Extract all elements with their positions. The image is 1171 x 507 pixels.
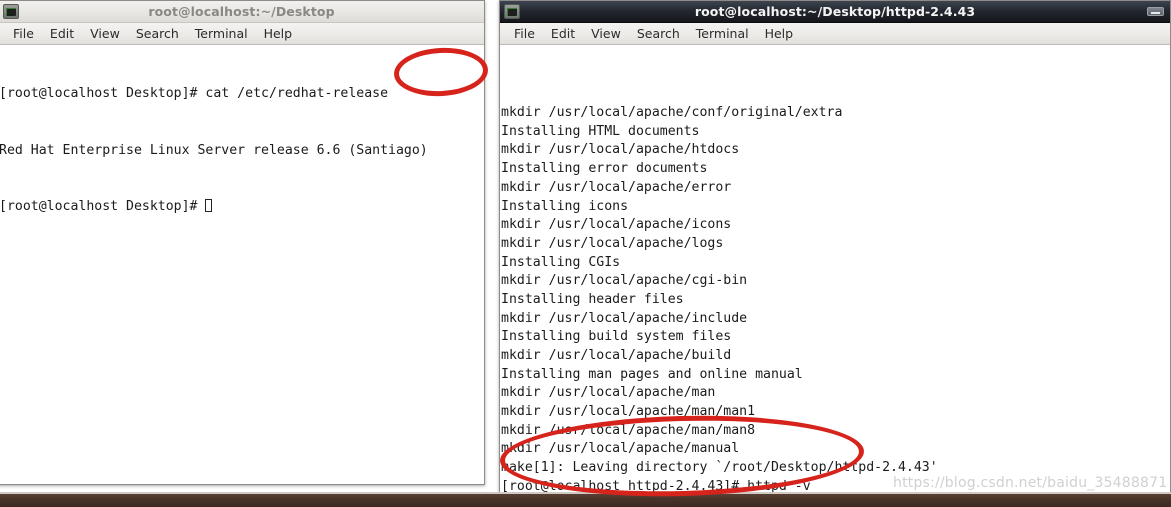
menu-item-terminal[interactable]: Terminal [187, 24, 256, 44]
menu-item-view[interactable]: View [82, 24, 128, 44]
window-title-left: root@localhost:~/Desktop [148, 4, 335, 19]
terminal-line: mkdir /usr/local/apache/man/man8 [501, 422, 756, 438]
terminal-icon [3, 4, 19, 19]
menu-item-view[interactable]: View [583, 24, 629, 44]
terminal-line: mkdir /usr/local/apache/man [501, 385, 716, 401]
menubar-right[interactable]: File Edit View Search Terminal Help [500, 23, 1170, 45]
titlebar-left[interactable]: root@localhost:~/Desktop [0, 1, 484, 23]
terminal-line: [root@localhost Desktop]# cat /etc/redha… [0, 86, 389, 102]
menu-item-file[interactable]: File [506, 24, 543, 44]
terminal-line: mkdir /usr/local/apache/manual [501, 441, 740, 457]
terminal-line: mkdir /usr/local/apache/icons [501, 217, 732, 233]
menu-item-search[interactable]: Search [128, 24, 187, 44]
minimize-button[interactable] [1147, 7, 1164, 16]
desktop-screen: root@localhost:~/Desktop File Edit View … [0, 0, 1171, 507]
window-title-right: root@localhost:~/Desktop/httpd-2.4.43 [694, 4, 976, 19]
terminal-line: Installing CGIs [501, 254, 621, 270]
terminal-line: Red Hat Enterprise Linux Server release … [0, 142, 428, 158]
terminal-output-left[interactable]: [root@localhost Desktop]# cat /etc/redha… [0, 45, 484, 484]
terminal-line: Installing build system files [501, 329, 732, 345]
terminal-line: mkdir /usr/local/apache/conf/original/ex… [501, 105, 843, 121]
terminal-line: make[1]: Leaving directory `/root/Deskto… [501, 460, 938, 476]
terminal-line: mkdir /usr/local/apache/include [501, 310, 748, 326]
menu-item-help[interactable]: Help [256, 24, 301, 44]
terminal-line: mkdir /usr/local/apache/cgi-bin [501, 273, 748, 289]
menu-item-edit[interactable]: Edit [42, 24, 82, 44]
menu-item-edit[interactable]: Edit [543, 24, 583, 44]
titlebar-right[interactable]: root@localhost:~/Desktop/httpd-2.4.43 [500, 1, 1170, 23]
terminal-output-right[interactable]: mkdir /usr/local/apache/conf/original/ex… [500, 45, 1170, 493]
desktop-taskbar [0, 494, 1171, 507]
menubar-left[interactable]: File Edit View Search Terminal Help [0, 23, 484, 45]
menu-item-help[interactable]: Help [757, 24, 802, 44]
terminal-line: Installing header files [501, 291, 684, 307]
terminal-line: Installing HTML documents [501, 123, 700, 139]
terminal-line: Installing error documents [501, 161, 708, 177]
terminal-window-left[interactable]: root@localhost:~/Desktop File Edit View … [0, 0, 485, 485]
terminal-line: mkdir /usr/local/apache/man/man1 [501, 404, 756, 420]
menu-item-terminal[interactable]: Terminal [688, 24, 757, 44]
terminal-icon [504, 4, 520, 19]
terminal-line: Installing man pages and online manual [501, 366, 803, 382]
menu-item-search[interactable]: Search [629, 24, 688, 44]
terminal-line: Installing icons [501, 198, 629, 214]
terminal-line: mkdir /usr/local/apache/htdocs [501, 142, 740, 158]
terminal-window-right[interactable]: root@localhost:~/Desktop/httpd-2.4.43 Fi… [499, 0, 1171, 494]
terminal-prompt-line: [root@localhost Desktop]# [0, 198, 484, 217]
terminal-cursor [205, 198, 213, 212]
menu-item-file[interactable]: File [5, 24, 42, 44]
terminal-line: mkdir /usr/local/apache/logs [501, 235, 724, 251]
terminal-line: mkdir /usr/local/apache/error [501, 179, 732, 195]
terminal-line: mkdir /usr/local/apache/build [501, 348, 732, 364]
terminal-prompt-text: [root@localhost Desktop]# [0, 198, 206, 214]
